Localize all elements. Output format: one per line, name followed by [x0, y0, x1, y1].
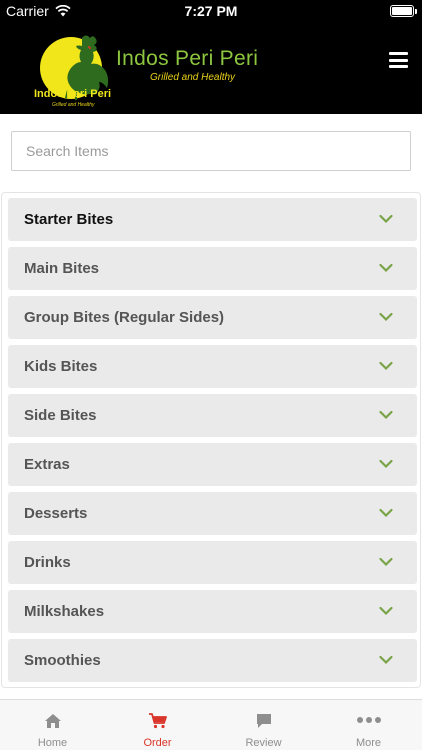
- chevron-down-icon: [379, 312, 393, 322]
- app-header: Indos Peri Peri Grilled and Healthy Indo…: [0, 22, 422, 114]
- category-label: Smoothies: [24, 652, 101, 669]
- chevron-down-icon: [379, 606, 393, 616]
- battery-icon: [390, 5, 417, 17]
- chevron-down-icon: [379, 557, 393, 567]
- chevron-down-icon: [379, 508, 393, 518]
- chevron-down-icon: [379, 459, 393, 469]
- home-icon: [44, 714, 61, 728]
- category-item-kids-bites[interactable]: Kids Bites: [8, 345, 417, 388]
- category-item-side-bites[interactable]: Side Bites: [8, 394, 417, 437]
- search-container: [11, 131, 411, 171]
- chevron-down-icon: [379, 410, 393, 420]
- category-label: Milkshakes: [24, 603, 105, 620]
- chevron-down-icon: [379, 263, 393, 273]
- category-item-milkshakes[interactable]: Milkshakes: [8, 590, 417, 633]
- tab-label: Home: [37, 737, 68, 749]
- status-bar: Carrier 7:27 PM: [0, 0, 422, 22]
- logo-subtitle: Grilled and Healthy: [150, 72, 236, 83]
- chevron-down-icon: [379, 214, 393, 224]
- category-item-group-bites[interactable]: Group Bites (Regular Sides): [8, 296, 417, 339]
- cart-icon: [148, 713, 167, 729]
- category-item-smoothies[interactable]: Smoothies: [8, 639, 417, 682]
- search-input[interactable]: [11, 131, 411, 171]
- category-label: Main Bites: [24, 260, 100, 277]
- category-label: Extras: [24, 456, 70, 473]
- category-item-drinks[interactable]: Drinks: [8, 541, 417, 584]
- category-label: Starter Bites: [24, 211, 114, 228]
- status-time: 7:27 PM: [184, 3, 238, 19]
- category-item-main-bites[interactable]: Main Bites: [8, 247, 417, 290]
- hamburger-menu-icon[interactable]: [389, 52, 408, 68]
- category-item-starter-bites[interactable]: Starter Bites: [8, 198, 417, 241]
- category-label: Desserts: [24, 505, 88, 522]
- logo-small-subtitle: Grilled and Healthy: [52, 102, 95, 108]
- logo-title: Indos Peri Peri: [116, 47, 259, 70]
- tab-label: More: [355, 737, 382, 749]
- category-list: Starter Bites Main Bites Group Bites (Re…: [1, 192, 421, 688]
- tab-label: Review: [245, 737, 282, 749]
- chevron-down-icon: [379, 655, 393, 665]
- brand-logo[interactable]: Indos Peri Peri Grilled and Healthy Indo…: [30, 32, 290, 108]
- chat-icon: [256, 714, 271, 728]
- category-label: Kids Bites: [24, 358, 98, 375]
- tab-order[interactable]: Order: [105, 700, 210, 750]
- tab-more[interactable]: More: [316, 700, 421, 750]
- bottom-tab-bar: Home Order Review More: [0, 699, 422, 750]
- logo-small-title: Indos Peri Peri: [34, 88, 112, 100]
- category-label: Side Bites: [24, 407, 97, 424]
- category-label: Group Bites (Regular Sides): [24, 309, 225, 326]
- tab-label: Order: [143, 737, 172, 749]
- tab-home[interactable]: Home: [0, 700, 105, 750]
- tab-review[interactable]: Review: [211, 700, 316, 750]
- category-label: Drinks: [24, 554, 71, 571]
- chevron-down-icon: [379, 361, 393, 371]
- category-item-desserts[interactable]: Desserts: [8, 492, 417, 535]
- more-icon: [356, 717, 381, 723]
- category-item-extras[interactable]: Extras: [8, 443, 417, 486]
